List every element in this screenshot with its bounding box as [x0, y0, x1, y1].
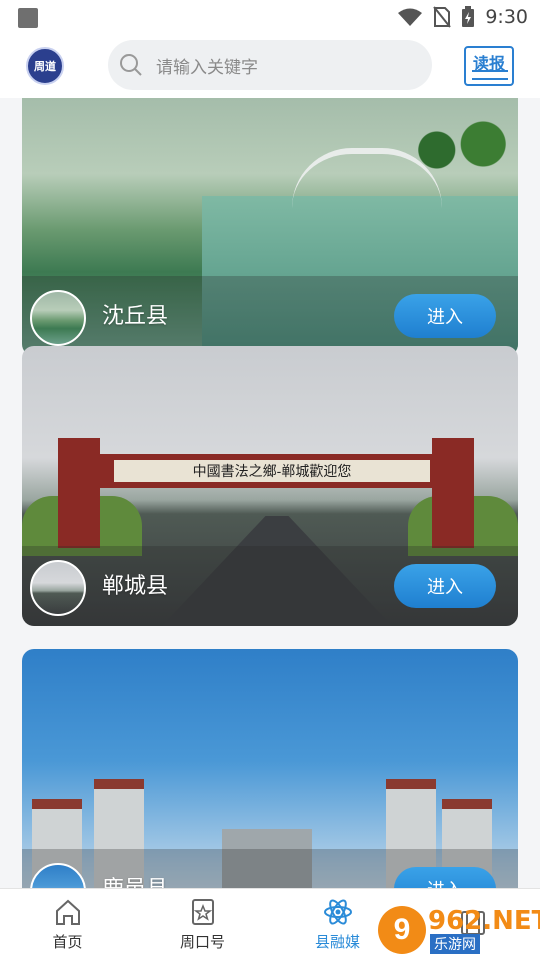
battery-icon	[462, 6, 475, 27]
enter-button[interactable]: 进入	[394, 294, 496, 338]
logo-text: 周道	[34, 61, 56, 73]
watermark-subtitle: 乐游网	[430, 934, 480, 954]
county-avatar	[30, 290, 86, 346]
card-footer: 郸城县 进入	[22, 546, 518, 626]
star-card-icon	[191, 899, 214, 925]
watermark-domain: 962.NET	[428, 906, 540, 936]
watermark-logo: 9	[378, 906, 426, 954]
county-avatar	[30, 560, 86, 616]
tab-label: 县融媒	[314, 934, 360, 951]
status-bar: 9:30	[0, 0, 540, 34]
read-newspaper-button[interactable]: 读报	[464, 46, 514, 86]
search-icon	[120, 54, 142, 76]
county-avatar	[30, 863, 86, 888]
gate-sign: 中國書法之鄉-郸城歡迎您	[114, 460, 430, 482]
county-name: 郸城县	[102, 573, 169, 598]
county-list[interactable]: 沈丘县 进入 中國書法之鄉-郸城歡迎您 郸城县 进入 鹿邑县	[0, 98, 540, 888]
county-card-luyi[interactable]: 鹿邑县 进入	[22, 649, 518, 888]
tab-home[interactable]: 首页	[0, 889, 135, 960]
county-card-dancheng[interactable]: 中國書法之鄉-郸城歡迎您 郸城县 进入	[22, 346, 518, 626]
county-name: 沈丘县	[102, 303, 169, 328]
card-footer: 沈丘县 进入	[22, 276, 518, 356]
status-time: 9:30	[485, 6, 528, 28]
search-bar[interactable]: 请输入关键字	[108, 40, 432, 90]
atom-icon	[323, 899, 352, 925]
search-placeholder: 请输入关键字	[156, 57, 258, 77]
app-logo[interactable]: 周道	[26, 47, 64, 85]
county-name: 鹿邑县	[102, 871, 168, 888]
no-sim-icon	[433, 6, 452, 28]
tab-zhoukou[interactable]: 周口号	[135, 889, 270, 960]
notification-icon	[18, 8, 38, 28]
site-watermark: 9 962.NET 乐游网	[376, 904, 540, 956]
status-icons: 9:30	[397, 0, 528, 34]
newspaper-icon	[472, 70, 508, 80]
top-header: 周道 请输入关键字 读报	[0, 34, 540, 98]
county-card-shenqiu[interactable]: 沈丘县 进入	[22, 98, 518, 356]
tab-label: 周口号	[179, 934, 225, 951]
wifi-icon	[398, 8, 423, 26]
tab-label: 首页	[52, 934, 83, 951]
enter-button[interactable]: 进入	[394, 867, 496, 888]
enter-button[interactable]: 进入	[394, 564, 496, 608]
card-footer: 鹿邑县 进入	[22, 849, 518, 888]
home-icon	[55, 899, 80, 925]
